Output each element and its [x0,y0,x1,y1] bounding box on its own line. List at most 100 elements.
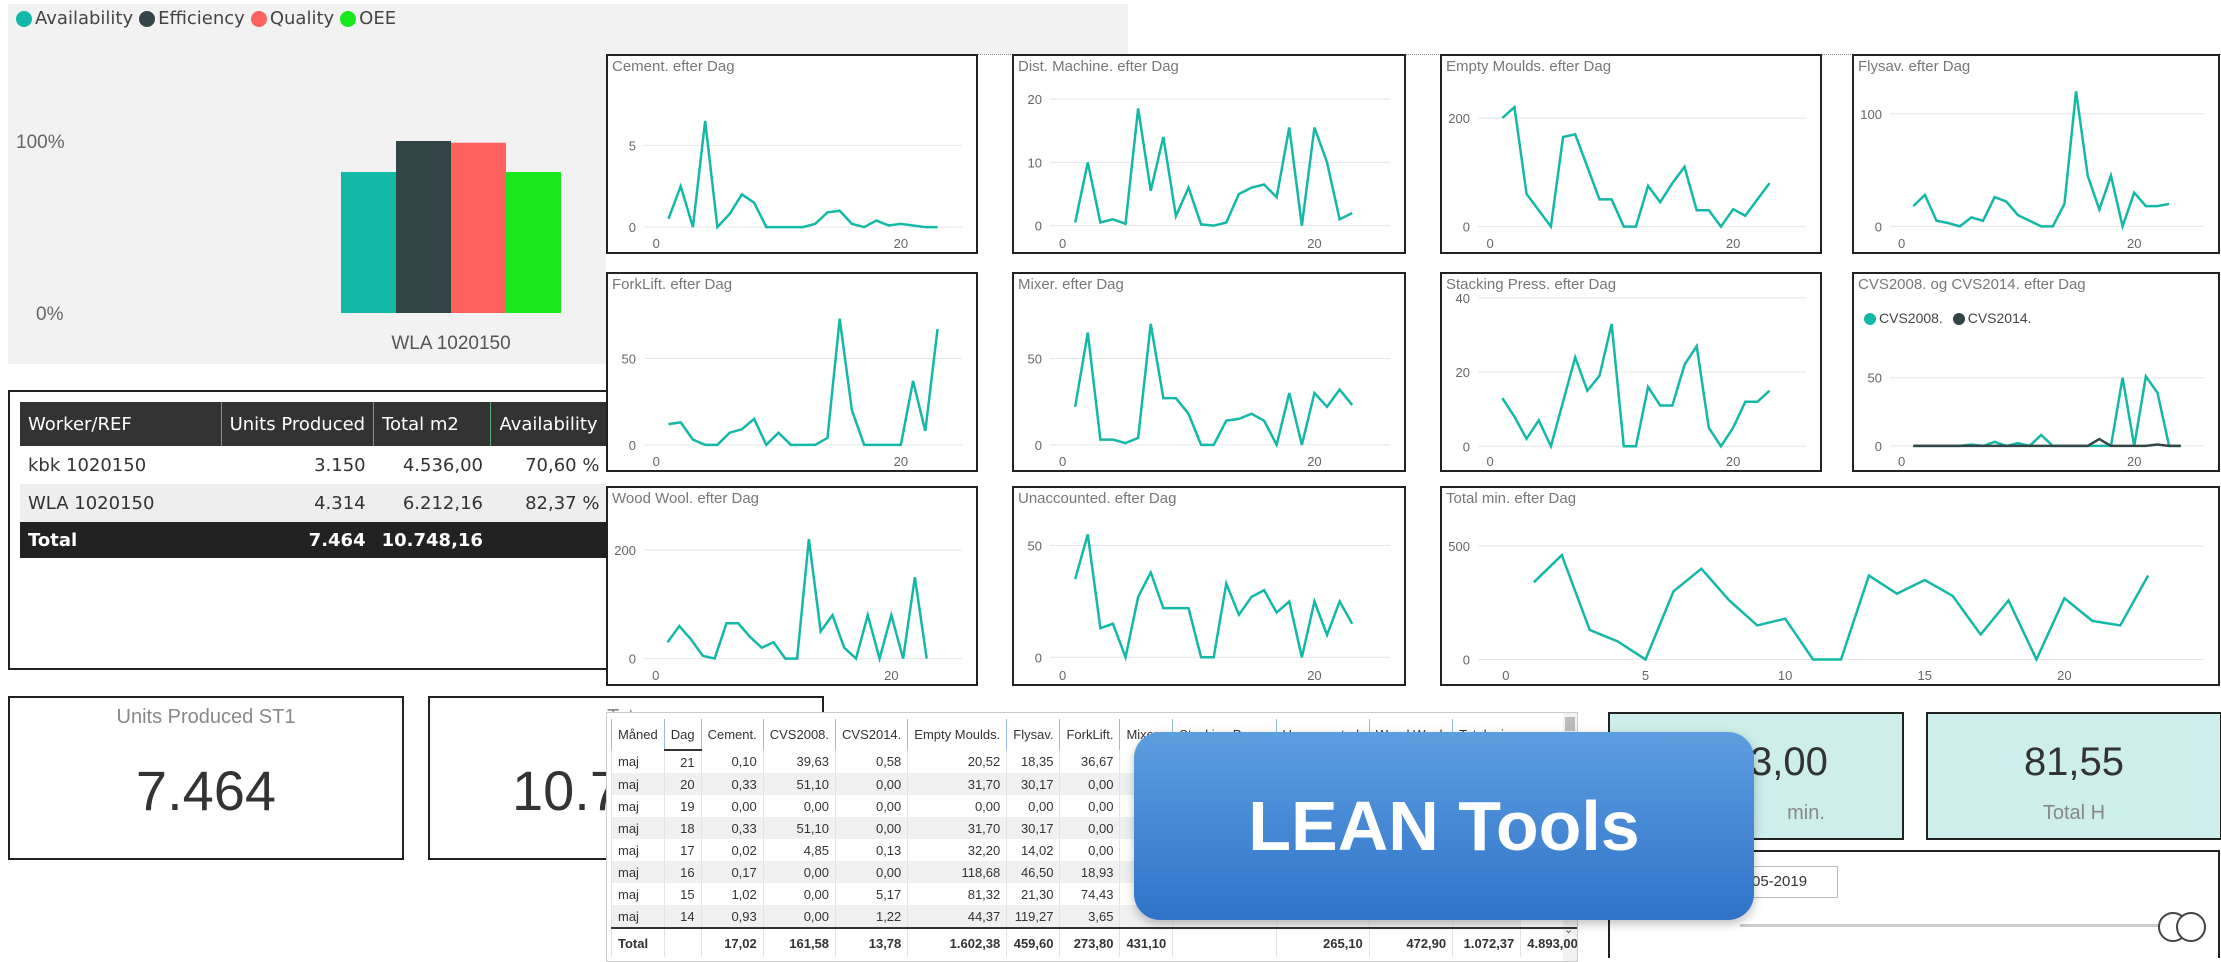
kpi-title: Units Produced ST1 [116,706,296,728]
table-cell: maj [611,773,665,795]
kpi-value: 7.464 [135,759,277,822]
x-tick-label: 0 [653,454,660,469]
chart-cement: 0 5 0 20 Cement. efter Dag [606,54,978,254]
y-tick-label: 0 [1035,650,1042,665]
chart-mixer: 0 50 0 20 Mixer. efter Dag [1012,272,1406,472]
slider-handle-end[interactable] [2176,912,2206,942]
table-cell: 0,00 [1059,795,1120,817]
cell-worker: WLA 1020150 [20,484,222,522]
y-tick-label: 0 [1035,438,1042,453]
column-header[interactable]: Empty Moulds. [907,719,1007,750]
chart-title: Stacking Press. efter Dag [1446,276,1617,293]
line-chart: 0 10 20 0 20 [1028,92,1390,251]
column-header-availability[interactable]: Availability [490,402,608,446]
table-cell: 1.072,37 [1452,927,1521,957]
x-tick-label: 20 [1307,668,1321,683]
table-cell: 0,00 [762,795,836,817]
cell-units: 3.150 [314,454,366,476]
table-cell: 0,02 [700,839,764,861]
x-tick-label: 0 [1487,236,1494,251]
cell-availability: 82,37 % [490,484,608,522]
series-line[interactable] [1073,323,1354,449]
y-tick-label: 500 [1448,539,1470,554]
series-line[interactable] [1913,373,2181,448]
table-cell: 36,67 [1059,750,1120,773]
x-tick-label: 0 [1502,668,1509,683]
table-cell: 16 [663,861,702,883]
column-header[interactable]: CVS2008. [762,719,836,750]
x-tick-label: 10 [1778,668,1792,683]
table-cell: 51,10 [762,817,836,839]
table-cell: 0,00 [700,795,764,817]
bar-oee[interactable] [506,171,561,313]
worker-table: Worker/REF Units Produced Total m2 Avail… [20,402,651,558]
table-cell: 31,70 [907,817,1007,839]
bar-availability[interactable] [341,171,396,313]
legend-dot-icon [1864,313,1876,326]
x-tick-label: 0 [1898,236,1905,251]
y-tick-label: 100% [16,132,65,153]
column-header-worker[interactable]: Worker/REF [20,402,222,446]
chart-title: Cement. efter Dag [612,58,735,75]
column-header[interactable]: Dag [663,719,702,751]
x-tick-label: 20 [1307,454,1321,469]
y-tick-label: 0% [36,304,64,325]
cell-worker: kbk 1020150 [28,454,147,476]
table-row[interactable]: kbk 1020150 3.150 4.536,00 70,60 % [20,446,650,484]
table-cell: Total [611,927,665,957]
series-line[interactable] [1501,323,1771,450]
table-cell: 0,13 [835,839,908,861]
column-header[interactable]: Måned [611,719,665,750]
y-tick-label: 40 [1456,291,1470,306]
series-line[interactable] [666,538,928,664]
banner-text: LEAN Tools [1248,787,1640,865]
series-line[interactable] [668,318,939,447]
bar-efficiency[interactable] [396,141,451,313]
table-cell: 20 [663,773,702,795]
column-header-m2[interactable]: Total m2 [373,402,492,446]
line-chart: 0 100 0 20 [1860,91,2204,251]
table-total-row: Total 7.464 10.748,16 [20,522,650,558]
series-line[interactable] [1501,104,1771,230]
line-chart: 0 50 0 20 [622,318,962,469]
x-tick-label: 20 [1726,454,1740,469]
column-header-units[interactable]: Units Produced [221,402,375,446]
line-chart: 0 50 0 20 [1028,323,1390,469]
y-tick-label: 200 [1448,111,1470,126]
table-cell [663,927,702,957]
x-tick-label: 0 [1059,668,1066,683]
y-tick-label: 0 [629,438,636,453]
table-cell: 46,50 [1006,861,1060,883]
series-line[interactable] [1532,552,2150,663]
y-tick-label: 20 [1456,365,1470,380]
chart-dist-machine: 0 10 20 0 20 Dist. Machine. efter Dag [1012,54,1406,254]
table-cell: 0,00 [1006,795,1060,817]
y-tick-label: 200 [614,543,636,558]
table-cell: 0,00 [835,795,908,817]
y-tick-label: 5 [629,138,636,153]
column-header[interactable]: Flysav. [1006,719,1060,750]
series-line[interactable] [1073,534,1354,662]
series-line[interactable] [1073,108,1353,227]
cell-total-label: Total [20,522,222,558]
series-line[interactable] [1912,91,2170,231]
y-tick-label: 20 [1028,92,1042,107]
slider-track[interactable] [1740,924,2170,927]
column-header[interactable]: ForkLift. [1059,719,1120,750]
column-header[interactable]: Cement. [700,719,764,750]
legend-dot-icon [1952,313,1965,326]
y-tick-label: 100 [1860,107,1882,122]
series-line[interactable] [667,120,938,230]
x-tick-label: 0 [653,236,660,251]
line-chart: 0 5 0 20 [629,120,962,251]
table-row[interactable]: WLA 1020150 4.314 6.212,16 82,37 % [20,484,650,522]
date-end-input[interactable]: -05-2019 [1740,866,1838,898]
chart-title: ForkLift. efter Dag [612,276,733,293]
table-cell: 0,00 [762,861,836,883]
column-header[interactable]: CVS2014. [835,719,908,750]
x-tick-label: 0 [1898,454,1905,469]
chart-title: Dist. Machine. efter Dag [1018,58,1179,75]
bar-quality[interactable] [451,142,506,313]
table-cell [1172,927,1277,957]
table-cell: 431,10 [1119,927,1173,957]
